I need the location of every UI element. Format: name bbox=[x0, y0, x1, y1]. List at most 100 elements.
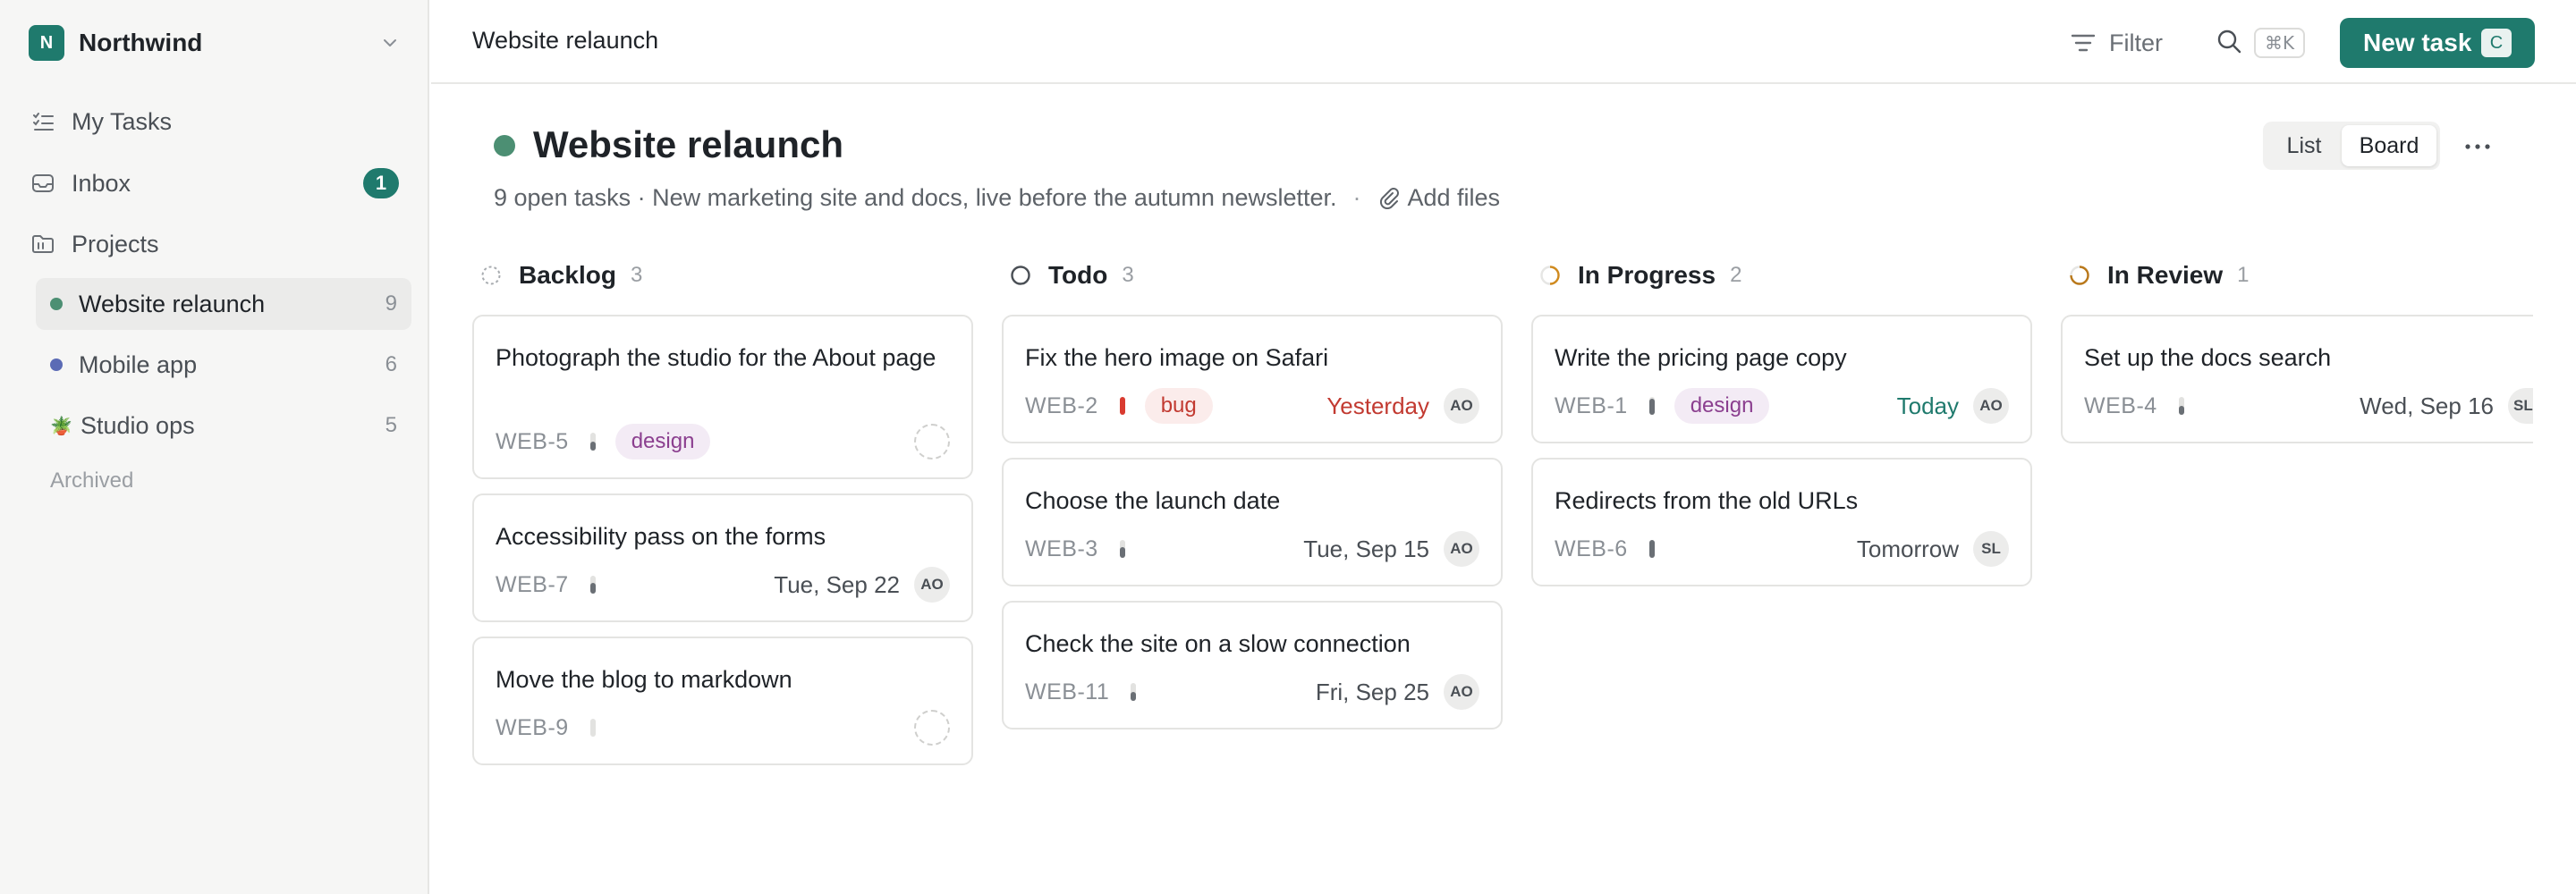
view-list-button[interactable]: List bbox=[2267, 125, 2342, 166]
column-header-in-review: In Review 1 bbox=[2068, 259, 2250, 291]
task-id: WEB-9 bbox=[496, 714, 569, 740]
task-card[interactable]: Write the pricing page copy WEB-1 design… bbox=[1531, 315, 2032, 443]
task-id: WEB-6 bbox=[1555, 536, 1628, 561]
project-website-relaunch[interactable]: Website relaunch 9 bbox=[36, 278, 411, 330]
unassigned-avatar[interactable] bbox=[914, 710, 950, 746]
priority-medium-icon bbox=[589, 432, 597, 451]
project-name: Studio ops bbox=[80, 411, 195, 439]
task-title: Check the site on a slow connection bbox=[1025, 630, 1411, 657]
in-progress-circle-icon bbox=[1538, 264, 1562, 287]
filter-label: Filter bbox=[2109, 29, 2163, 56]
task-card[interactable]: Check the site on a slow connection WEB-… bbox=[1002, 601, 1503, 730]
sidebar: N Northwind My Tasks Inbox 1 Projects We… bbox=[0, 0, 429, 894]
project-name: Website relaunch bbox=[79, 290, 266, 317]
task-meta: WEB-4 Wed, Sep 16 SL bbox=[2084, 388, 2533, 424]
column-header-backlog: Backlog 3 bbox=[479, 259, 642, 291]
task-id: WEB-2 bbox=[1025, 392, 1098, 418]
task-id: WEB-7 bbox=[496, 571, 569, 597]
task-card[interactable]: Accessibility pass on the forms WEB-7 Tu… bbox=[472, 493, 973, 622]
column-name: In Progress bbox=[1578, 261, 1716, 289]
search-icon bbox=[2215, 27, 2243, 60]
assignee-avatar[interactable]: AO bbox=[1444, 531, 1479, 567]
priority-low-icon bbox=[2177, 396, 2186, 416]
column-count: 2 bbox=[1730, 263, 1742, 287]
task-card[interactable]: Choose the launch date WEB-3 Tue, Sep 15… bbox=[1002, 458, 1503, 586]
task-card[interactable]: Fix the hero image on Safari WEB-2 bug Y… bbox=[1002, 315, 1503, 443]
task-title: Set up the docs search bbox=[2084, 344, 2332, 371]
archived-link[interactable]: Archived bbox=[50, 468, 133, 493]
task-title: Fix the hero image on Safari bbox=[1025, 344, 1329, 371]
due-date-today: Today bbox=[1896, 392, 1959, 419]
project-name: Mobile app bbox=[79, 350, 198, 378]
inbox-count-badge: 1 bbox=[363, 168, 399, 198]
priority-none-icon bbox=[589, 718, 597, 738]
nav-inbox[interactable]: Inbox 1 bbox=[29, 161, 404, 206]
tag-design[interactable]: design bbox=[614, 424, 711, 460]
priority-urgent-icon bbox=[1118, 396, 1127, 416]
task-title: Write the pricing page copy bbox=[1555, 344, 1847, 371]
workspace-switcher[interactable]: N Northwind bbox=[29, 25, 404, 61]
task-title: Choose the launch date bbox=[1025, 487, 1281, 514]
add-files-label: Add files bbox=[1407, 183, 1501, 211]
task-id: WEB-11 bbox=[1025, 679, 1110, 704]
task-card[interactable]: Set up the docs search WEB-4 Wed, Sep 16… bbox=[2061, 315, 2533, 443]
nav-label: Inbox bbox=[72, 169, 131, 197]
more-options-icon[interactable] bbox=[2462, 131, 2494, 163]
tag-bug[interactable]: bug bbox=[1144, 388, 1213, 424]
new-task-shortcut: C bbox=[2481, 29, 2512, 57]
project-color-dot bbox=[50, 298, 63, 310]
folder-icon bbox=[29, 230, 57, 258]
search-shortcut: ⌘K bbox=[2254, 28, 2306, 58]
priority-medium-icon bbox=[1118, 539, 1127, 559]
assignee-avatar[interactable]: AO bbox=[914, 567, 950, 603]
filter-button[interactable]: Filter bbox=[2068, 25, 2163, 61]
assignee-avatar[interactable]: AO bbox=[1444, 388, 1479, 424]
workspace-logo: N bbox=[29, 25, 64, 61]
task-card[interactable]: Redirects from the old URLs WEB-6 Tomorr… bbox=[1531, 458, 2032, 586]
add-files-button[interactable]: Add files bbox=[1377, 183, 1501, 212]
project-studio-ops[interactable]: 🪴 Studio ops 5 bbox=[36, 400, 411, 451]
assignee-avatar[interactable]: SL bbox=[1973, 531, 2009, 567]
new-task-label: New task bbox=[2363, 29, 2472, 56]
task-card[interactable]: Photograph the studio for the About page… bbox=[472, 315, 973, 479]
tag-design[interactable]: design bbox=[1674, 388, 1770, 424]
filter-icon bbox=[2068, 28, 2098, 58]
assignee-avatar[interactable]: AO bbox=[1973, 388, 2009, 424]
task-title: Redirects from the old URLs bbox=[1555, 487, 1859, 514]
view-board-button[interactable]: Board bbox=[2342, 125, 2436, 166]
task-meta: WEB-3 Tue, Sep 15 AO bbox=[1025, 531, 1479, 567]
column-name: In Review bbox=[2107, 261, 2224, 289]
nav-projects[interactable]: Projects bbox=[29, 222, 404, 266]
inbox-icon bbox=[29, 169, 57, 198]
due-date-overdue: Yesterday bbox=[1326, 392, 1429, 419]
search-button[interactable]: ⌘K bbox=[2215, 25, 2306, 61]
workspace-name: Northwind bbox=[79, 29, 203, 56]
column-name: Todo bbox=[1048, 261, 1108, 289]
assignee-avatar[interactable]: AO bbox=[1444, 674, 1479, 710]
nav-label: My Tasks bbox=[72, 107, 173, 135]
new-task-button[interactable]: New task C bbox=[2340, 18, 2535, 68]
project-mobile-app[interactable]: Mobile app 6 bbox=[36, 339, 411, 391]
nav-my-tasks[interactable]: My Tasks bbox=[29, 99, 404, 144]
nav-label: Projects bbox=[72, 230, 159, 257]
project-description: 9 open tasks · New marketing site and do… bbox=[494, 183, 1500, 212]
task-meta: WEB-1 design Today AO bbox=[1555, 388, 2009, 424]
assignee-avatar[interactable]: SL bbox=[2508, 388, 2533, 424]
column-count: 3 bbox=[1122, 263, 1134, 287]
plant-icon: 🪴 bbox=[50, 416, 72, 436]
unassigned-avatar[interactable] bbox=[914, 424, 950, 460]
task-meta: WEB-9 bbox=[496, 710, 950, 746]
project-count: 5 bbox=[385, 413, 397, 437]
due-date: Tomorrow bbox=[1856, 535, 1959, 562]
breadcrumb[interactable]: Website relaunch bbox=[472, 27, 658, 55]
chevron-down-icon[interactable] bbox=[376, 29, 404, 57]
due-date: Tue, Sep 22 bbox=[774, 570, 900, 598]
due-date: Tue, Sep 15 bbox=[1303, 535, 1429, 562]
due-date: Fri, Sep 25 bbox=[1315, 678, 1429, 705]
priority-high-icon bbox=[1648, 396, 1657, 416]
column-header-in-progress: In Progress 2 bbox=[1538, 259, 1741, 291]
task-card[interactable]: Move the blog to markdown WEB-9 bbox=[472, 637, 973, 765]
task-title: Accessibility pass on the forms bbox=[496, 523, 826, 550]
task-id: WEB-4 bbox=[2084, 392, 2157, 418]
in-review-circle-icon bbox=[2068, 264, 2091, 287]
